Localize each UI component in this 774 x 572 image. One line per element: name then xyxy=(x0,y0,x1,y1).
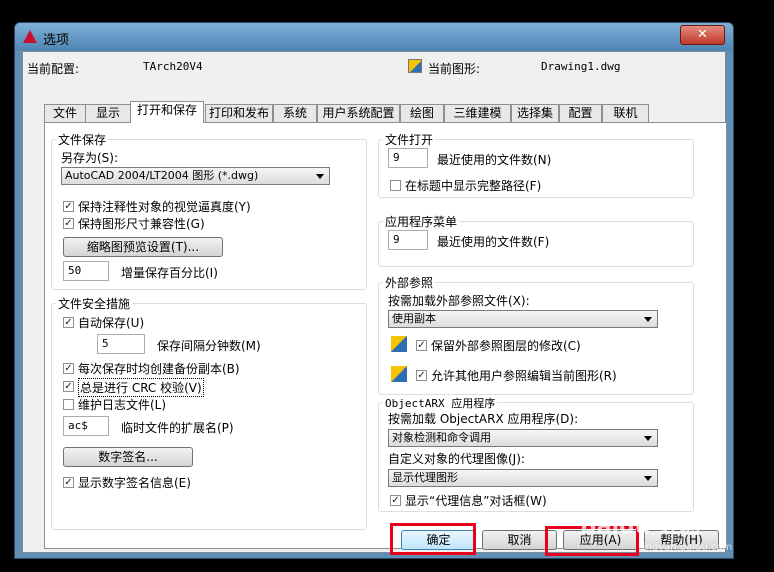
file-safety-title: 文件安全措施 xyxy=(56,295,133,312)
digital-signature-button[interactable]: 数字签名... xyxy=(63,447,193,467)
autosave-checkbox[interactable]: ✓ xyxy=(63,317,74,328)
tab-system[interactable]: 系统 xyxy=(273,104,317,122)
annotative-fidelity-checkbox[interactable]: ✓ xyxy=(63,201,74,212)
tab-files[interactable]: 文件 xyxy=(44,104,86,122)
ok-highlight-box xyxy=(390,523,476,555)
proxy-images-select[interactable]: 显示代理图形 xyxy=(388,469,658,487)
objectarx-demand-value: 对象检测和命令调用 xyxy=(392,431,491,444)
temp-extension-label: 临时文件的扩展名(P) xyxy=(121,421,234,435)
baidu-watermark-url: jingyan.baidu.com xyxy=(640,542,733,553)
objectarx-demand-select[interactable]: 对象检测和命令调用 xyxy=(388,429,658,447)
autosave-label: 自动保存(U) xyxy=(78,316,145,330)
file-save-title: 文件保存 xyxy=(56,131,109,148)
chevron-down-icon xyxy=(644,476,652,481)
tab-online[interactable]: 联机 xyxy=(602,104,649,122)
full-path-label: 在标题中显示完整路径(F) xyxy=(405,179,542,193)
backup-copy-label: 每次保存时均创建备份副本(B) xyxy=(78,362,240,376)
full-path-checkbox[interactable] xyxy=(390,180,401,191)
tab-3d-modeling[interactable]: 三维建模 xyxy=(444,104,511,122)
drawing-size-compat-label: 保持图形尺寸兼容性(G) xyxy=(78,217,205,231)
thumbnail-settings-button[interactable]: 缩略图预览设置(T)... xyxy=(63,237,223,257)
autosave-interval-input[interactable]: 5 xyxy=(97,334,145,354)
tab-drafting[interactable]: 绘图 xyxy=(400,104,444,122)
allow-xref-edit-label: 允许其他用户参照编辑当前图形(R) xyxy=(431,369,617,383)
saveas-select[interactable]: AutoCAD 2004/LT2004 图形 (*.dwg) xyxy=(61,167,330,185)
proxy-info-checkbox[interactable]: ✓ xyxy=(390,495,401,506)
tab-user-preferences[interactable]: 用户系统配置 xyxy=(317,104,400,122)
current-drawing-label: 当前图形: xyxy=(428,62,481,76)
show-digsig-checkbox[interactable]: ✓ xyxy=(63,477,74,488)
backup-copy-checkbox[interactable]: ✓ xyxy=(63,363,74,374)
chevron-down-icon xyxy=(644,317,652,322)
drawing-size-compat-checkbox[interactable]: ✓ xyxy=(63,218,74,229)
recent-files-input[interactable]: 9 xyxy=(388,148,428,168)
tab-profiles[interactable]: 配置 xyxy=(559,104,602,122)
crc-check-label: 总是进行 CRC 校验(V) xyxy=(78,378,204,397)
title-bar[interactable]: 选项 ✕ xyxy=(15,23,733,51)
annotative-fidelity-label: 保持注释性对象的视觉逼真度(Y) xyxy=(78,200,251,214)
app-recent-files-label: 最近使用的文件数(F) xyxy=(437,235,550,249)
crc-check-checkbox[interactable]: ✓ xyxy=(63,381,74,392)
retain-xref-layers-label: 保留外部参照图层的修改(C) xyxy=(431,339,581,353)
baidu-watermark: Baidu 经验 xyxy=(580,514,703,539)
allow-xref-edit-checkbox[interactable]: ✓ xyxy=(416,370,427,381)
drawing-icon xyxy=(408,59,422,73)
xref-demand-select[interactable]: 使用副本 xyxy=(388,310,658,328)
drawing-setting-icon xyxy=(391,336,407,352)
chevron-down-icon xyxy=(316,174,324,179)
app-recent-files-input[interactable]: 9 xyxy=(388,230,428,250)
log-file-label: 维护日志文件(L) xyxy=(78,398,167,412)
file-open-title: 文件打开 xyxy=(383,131,436,148)
drawing-setting-icon xyxy=(391,366,407,382)
tab-open-and-save[interactable]: 打开和保存 xyxy=(130,101,204,123)
incremental-save-input[interactable]: 50 xyxy=(63,261,109,281)
log-file-checkbox[interactable] xyxy=(63,399,74,410)
proxy-images-value: 显示代理图形 xyxy=(392,471,458,484)
app-menu-title: 应用程序菜单 xyxy=(383,213,460,230)
autocad-logo-icon xyxy=(23,30,37,43)
close-button[interactable]: ✕ xyxy=(680,25,725,45)
xref-demand-value: 使用副本 xyxy=(392,312,436,325)
retain-xref-layers-checkbox[interactable]: ✓ xyxy=(416,340,427,351)
current-profile-label: 当前配置: xyxy=(27,62,80,76)
options-dialog: 选项 ✕ 当前配置: TArch20V4 当前图形: Drawing1.dwg … xyxy=(14,22,734,559)
objectarx-title: ObjectARX 应用程序 xyxy=(383,395,498,411)
incremental-save-label: 增量保存百分比(I) xyxy=(121,266,218,280)
recent-files-label: 最近使用的文件数(N) xyxy=(437,153,552,167)
saveas-label: 另存为(S): xyxy=(61,151,119,165)
open-save-panel: 文件保存 另存为(S): AutoCAD 2004/LT2004 图形 (*.d… xyxy=(44,122,727,549)
current-profile-value: TArch20V4 xyxy=(143,60,203,73)
temp-extension-input[interactable]: ac$ xyxy=(63,416,109,436)
dialog-client: 当前配置: TArch20V4 当前图形: Drawing1.dwg 文件 显示… xyxy=(22,51,727,553)
window-title: 选项 xyxy=(43,33,70,48)
tab-selection[interactable]: 选择集 xyxy=(511,104,559,122)
saveas-value: AutoCAD 2004/LT2004 图形 (*.dwg) xyxy=(65,169,259,182)
tab-display[interactable]: 显示 xyxy=(85,104,131,122)
tab-plot-and-publish[interactable]: 打印和发布 xyxy=(205,104,273,122)
objectarx-demand-label: 按需加载 ObjectARX 应用程序(D): xyxy=(388,412,579,426)
show-digsig-label: 显示数字签名信息(E) xyxy=(78,476,191,490)
proxy-images-label: 自定义对象的代理图像(J): xyxy=(388,452,525,466)
xref-demand-label: 按需加载外部参照文件(X): xyxy=(388,294,530,308)
proxy-info-label: 显示“代理信息”对话框(W) xyxy=(405,494,547,508)
autosave-interval-label: 保存间隔分钟数(M) xyxy=(157,339,261,353)
xref-title: 外部参照 xyxy=(383,274,436,291)
chevron-down-icon xyxy=(644,436,652,441)
current-drawing-value: Drawing1.dwg xyxy=(541,60,621,73)
